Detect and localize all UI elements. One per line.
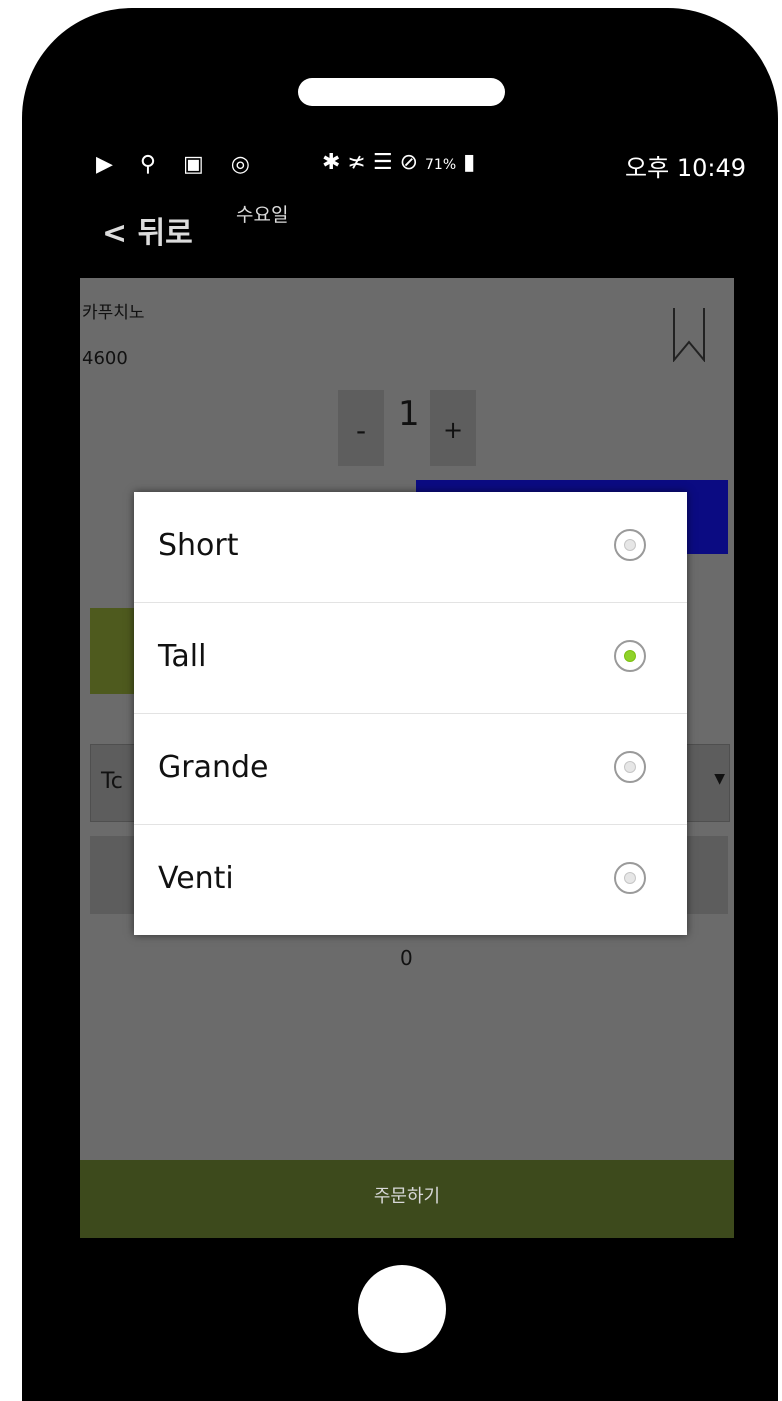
size-option-label: Short [158, 528, 239, 563]
notification-icons: ▶ ⚲ ▣ ◎ [96, 152, 260, 177]
size-option-label: Grande [158, 750, 269, 785]
radio-dot-icon [624, 761, 636, 773]
chevron-down-icon: ▼ [714, 771, 725, 787]
size-option-label: Venti [158, 861, 234, 896]
quantity-value: 1 [398, 394, 420, 434]
day-label: 수요일 [236, 204, 289, 226]
size-option-venti[interactable]: Venti [134, 825, 687, 935]
size-option-short[interactable]: Short [134, 492, 687, 603]
battery-icon: ▮ [463, 150, 476, 175]
radio-button[interactable] [614, 862, 646, 894]
size-option-label: Tall [158, 639, 207, 674]
battery-percent: 71% [425, 157, 457, 173]
back-button[interactable]: < 뒤로 [102, 208, 193, 252]
product-name: 카푸치노 [82, 303, 145, 323]
top-bar: < 뒤로 수요일 [22, 194, 778, 264]
size-option-grande[interactable]: Grande [134, 714, 687, 825]
status-bar: ▶ ⚲ ▣ ◎ ✱ ≭ ☰ ⊘ 71% ▮ 오후 10:49 [22, 144, 778, 184]
home-button[interactable] [358, 1265, 446, 1353]
quantity-plus-button[interactable]: + [430, 390, 476, 466]
system-icons: ✱ ≭ ☰ ⊘ 71% ▮ [322, 150, 475, 175]
total-value: 0 [400, 946, 413, 970]
radio-dot-icon [624, 872, 636, 884]
product-price: 4600 [82, 348, 128, 369]
radio-button[interactable] [614, 529, 646, 561]
size-dialog: Short Tall Grande Venti [134, 492, 687, 935]
quantity-minus-button[interactable]: - [338, 390, 384, 466]
radio-dot-icon [624, 650, 636, 662]
radio-dot-icon [624, 539, 636, 551]
system-status-icons: ✱ ≭ ☰ ⊘ [322, 150, 425, 175]
clock: 오후 10:49 [625, 154, 746, 182]
order-button[interactable]: 주문하기 [80, 1160, 734, 1238]
size-option-tall[interactable]: Tall [134, 603, 687, 714]
radio-button-selected[interactable] [614, 640, 646, 672]
phone-speaker [298, 78, 505, 106]
bookmark-icon[interactable] [672, 306, 706, 362]
size-select-value: Tc [101, 769, 123, 794]
radio-button[interactable] [614, 751, 646, 783]
